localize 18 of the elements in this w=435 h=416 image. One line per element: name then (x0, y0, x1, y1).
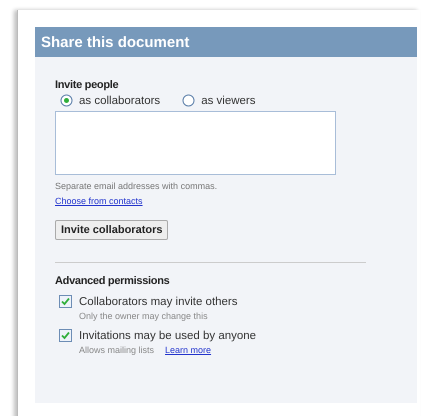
option-label: Invitations may be used by anyone (79, 330, 256, 342)
checkbox[interactable] (59, 295, 72, 308)
option-note: Allows mailing lists (79, 345, 154, 355)
option-note: Only the owner may change this (79, 311, 208, 321)
section-heading: Advanced permissions (55, 275, 170, 287)
radio-option[interactable]: as viewers (182, 94, 256, 107)
radio-option[interactable]: as collaborators (60, 94, 160, 107)
contacts-link[interactable]: Choose from contacts (55, 196, 143, 206)
checkbox[interactable] (59, 329, 72, 342)
option-label: Collaborators may invite others (79, 296, 238, 308)
section-heading: Invite people (55, 79, 120, 91)
radio-icon[interactable] (60, 94, 73, 107)
invite-button[interactable]: Invite collaborators (55, 220, 168, 240)
radio-icon[interactable] (182, 94, 196, 107)
learn-more-link[interactable]: Learn more (165, 345, 212, 355)
dialog-title: Share this document (41, 34, 190, 50)
email-field[interactable] (55, 111, 336, 175)
hint-text: Separate email addresses with commas. (55, 181, 218, 191)
